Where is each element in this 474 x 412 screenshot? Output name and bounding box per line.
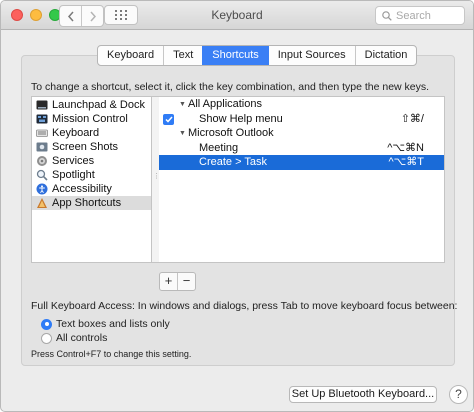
list-splitter[interactable]: ⋮ bbox=[152, 96, 160, 263]
category-label: Mission Control bbox=[52, 113, 128, 125]
tab-dictation[interactable]: Dictation bbox=[354, 46, 417, 65]
category-label: Accessibility bbox=[52, 183, 112, 195]
search-input[interactable] bbox=[396, 9, 456, 22]
set-up-bluetooth-keyboard-button[interactable]: Set Up Bluetooth Keyboard... bbox=[289, 386, 437, 403]
disclosure-triangle-icon[interactable]: ▼ bbox=[179, 127, 188, 142]
radio-label: Text boxes and lists only bbox=[56, 318, 170, 330]
category-spotlight[interactable]: Spotlight bbox=[32, 168, 151, 182]
shortcut-enabled-checkbox[interactable] bbox=[163, 113, 174, 125]
search-field[interactable] bbox=[375, 6, 465, 25]
launchpad-icon bbox=[36, 100, 48, 110]
shortcut-row-create-task[interactable]: Create > Task ^⌥⌘T bbox=[159, 155, 444, 170]
group-microsoft-outlook[interactable]: ▼ Microsoft Outlook bbox=[159, 126, 444, 141]
category-app-shortcuts[interactable]: App Shortcuts bbox=[32, 196, 151, 210]
title-bar: Keyboard bbox=[1, 1, 473, 30]
category-accessibility[interactable]: Accessibility bbox=[32, 182, 151, 196]
app-shortcuts-icon bbox=[37, 198, 47, 208]
tab-text[interactable]: Text bbox=[163, 46, 202, 65]
add-remove-controls: + − bbox=[159, 272, 196, 291]
category-label: App Shortcuts bbox=[52, 197, 122, 209]
radio-text-boxes-lists[interactable]: Text boxes and lists only bbox=[41, 317, 170, 331]
shortcut-category-list: Launchpad & Dock Mission Control Keyboar… bbox=[31, 96, 152, 263]
screenshot-icon bbox=[36, 142, 48, 152]
accessibility-icon bbox=[36, 183, 48, 195]
shortcut-label: Show Help menu bbox=[199, 112, 283, 125]
category-label: Screen Shots bbox=[52, 141, 119, 153]
group-all-applications[interactable]: ▼ All Applications bbox=[159, 97, 444, 112]
shortcut-keys[interactable]: ^⌥⌘T bbox=[388, 155, 424, 170]
shortcut-keys[interactable]: ⇧⌘/ bbox=[401, 112, 424, 127]
tab-bar: Keyboard Text Shortcuts Input Sources Di… bbox=[97, 45, 418, 66]
preferences-window: Keyboard Keyboard Text Shortcuts Input S… bbox=[0, 0, 474, 412]
mission-control-icon bbox=[36, 114, 48, 124]
add-shortcut-button[interactable]: + bbox=[160, 273, 177, 290]
keyboard-icon bbox=[36, 129, 48, 137]
category-keyboard[interactable]: Keyboard bbox=[32, 126, 151, 140]
instructions-text: To change a shortcut, select it, click t… bbox=[31, 81, 430, 93]
search-icon bbox=[382, 10, 392, 21]
full-keyboard-access-label: Full Keyboard Access: In windows and dia… bbox=[31, 300, 458, 312]
spotlight-icon bbox=[36, 169, 48, 181]
category-label: Spotlight bbox=[52, 169, 95, 181]
category-label: Services bbox=[52, 155, 95, 167]
radio-all-controls[interactable]: All controls bbox=[41, 331, 107, 345]
radio-button-selected[interactable] bbox=[41, 318, 52, 330]
tab-shortcuts[interactable]: Shortcuts bbox=[202, 46, 268, 65]
category-label: Keyboard bbox=[52, 127, 100, 139]
category-launchpad-dock[interactable]: Launchpad & Dock bbox=[32, 98, 151, 112]
shortcut-label: Meeting bbox=[199, 141, 239, 154]
group-label: ▼ Microsoft Outlook bbox=[159, 127, 274, 139]
tab-input-sources[interactable]: Input Sources bbox=[267, 46, 355, 65]
shortcut-row-meeting[interactable]: Meeting ^⌥⌘N bbox=[159, 141, 444, 156]
help-button[interactable]: ? bbox=[449, 385, 468, 404]
gear-icon bbox=[37, 156, 47, 166]
category-label: Launchpad & Dock bbox=[52, 99, 145, 111]
control-f7-note: Press Control+F7 to change this setting. bbox=[31, 349, 192, 359]
group-label: ▼ All Applications bbox=[159, 98, 262, 110]
shortcut-label: Create > Task bbox=[199, 156, 267, 168]
radio-button[interactable] bbox=[41, 332, 52, 344]
checkmark-icon bbox=[164, 116, 173, 123]
shortcut-row-show-help-menu[interactable]: Show Help menu ⇧⌘/ bbox=[159, 112, 444, 127]
shortcut-list: ▼ All Applications Show Help menu ⇧⌘/ ▼ Mi… bbox=[159, 96, 445, 263]
radio-label: All controls bbox=[56, 332, 108, 344]
shortcut-keys[interactable]: ^⌥⌘N bbox=[387, 141, 424, 156]
tab-keyboard[interactable]: Keyboard bbox=[98, 46, 163, 65]
category-screen-shots[interactable]: Screen Shots bbox=[32, 140, 151, 154]
disclosure-triangle-icon[interactable]: ▼ bbox=[179, 98, 188, 113]
category-services[interactable]: Services bbox=[32, 154, 151, 168]
category-mission-control[interactable]: Mission Control bbox=[32, 112, 151, 126]
remove-shortcut-button[interactable]: − bbox=[177, 273, 195, 290]
